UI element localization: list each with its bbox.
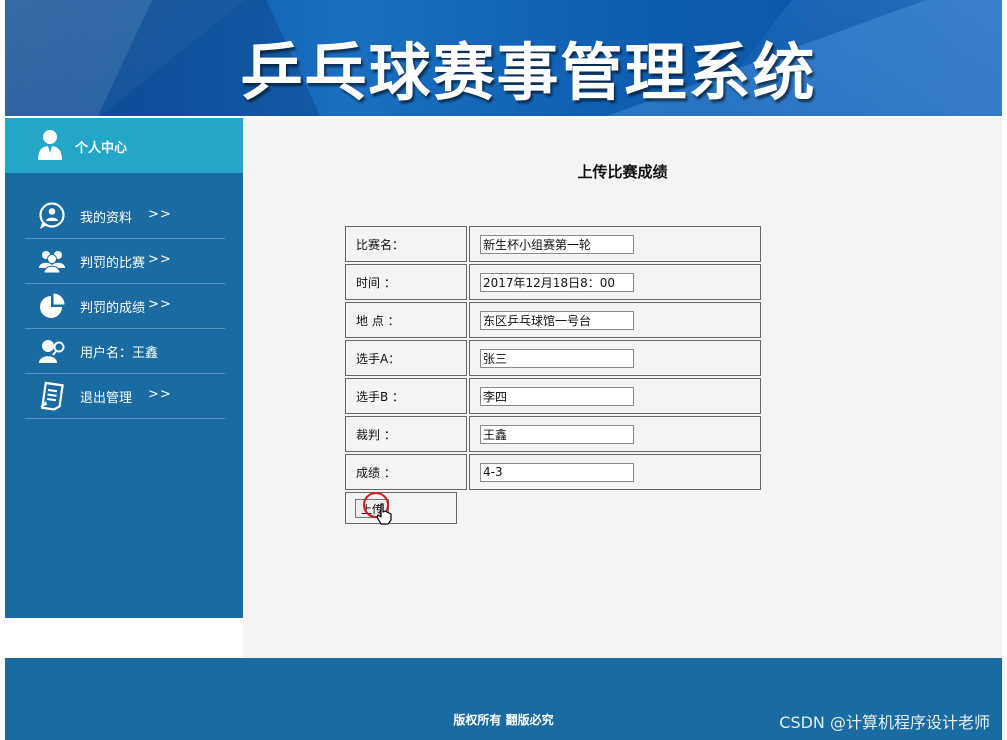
- sidebar-item-label: 退出管理: [80, 391, 133, 406]
- personal-center-header[interactable]: 个人中心: [5, 118, 243, 173]
- field-cell: [469, 264, 761, 300]
- field-label: 时间 ：: [345, 264, 467, 300]
- sidebar-item-username: 用户名：王鑫: [25, 329, 225, 374]
- time-input[interactable]: [480, 272, 634, 292]
- player-a-input[interactable]: [480, 348, 634, 368]
- form-row: 比赛名：: [345, 226, 761, 262]
- location-input[interactable]: [480, 310, 634, 330]
- document-icon: [40, 381, 64, 411]
- field-cell: [469, 378, 761, 414]
- sidebar-item-label: 判罚的成绩: [80, 301, 146, 316]
- form-row: 选手B ：: [345, 378, 761, 414]
- field-cell: [469, 340, 761, 376]
- sidebar-item-arrow: >>: [148, 207, 172, 222]
- main-content: 上传比赛成绩 比赛名： 时间 ： 地 点 ： 选手A：: [243, 118, 1002, 658]
- field-label: 裁判 ：: [345, 416, 467, 452]
- site-title: 乒乓球赛事管理系统: [240, 36, 817, 109]
- sidebar-item-label: 判罚的比赛: [80, 256, 146, 271]
- users-icon: [39, 251, 65, 274]
- sidebar-item-my-profile[interactable]: 我的资料 >>: [25, 194, 225, 239]
- sidebar-item-arrow: >>: [148, 297, 172, 312]
- form-row: 选手A：: [345, 340, 761, 376]
- pie-chart-icon: [40, 293, 65, 318]
- submit-cell: 上传: [345, 492, 457, 525]
- sidebar-item-arrow: >>: [148, 387, 172, 402]
- sidebar-item-judged-scores[interactable]: 判罚的成绩 >>: [25, 284, 225, 329]
- field-label: 选手B ：: [345, 378, 467, 414]
- chat-bubble-icon: [39, 202, 65, 229]
- footer: 版权所有 翻版必究 CSDN @计算机程序设计老师: [5, 658, 1002, 740]
- match-name-input[interactable]: [480, 234, 634, 254]
- watermark-text: CSDN @计算机程序设计老师: [779, 713, 990, 732]
- form-row: 时间 ：: [345, 264, 761, 300]
- sidebar-item-label: 我的资料: [80, 211, 133, 226]
- header-banner: 乒乓球赛事管理系统: [5, 0, 1002, 116]
- form-row: 地 点 ：: [345, 302, 761, 338]
- sidebar: 个人中心 我的资料 >> 判罚的比赛 >> 判罚的成绩 >> 用户名：王鑫 退出…: [5, 118, 243, 618]
- score-input[interactable]: [480, 462, 634, 482]
- sidebar-item-label: 用户名：王鑫: [80, 346, 159, 361]
- sidebar-item-arrow: >>: [148, 252, 172, 267]
- field-cell: [469, 302, 761, 338]
- field-cell: [469, 226, 761, 262]
- score-form: 比赛名： 时间 ： 地 点 ： 选手A： 选手B ：: [343, 224, 763, 492]
- field-cell: [469, 454, 761, 490]
- form-row: 成绩 ：: [345, 454, 761, 490]
- field-label: 成绩 ：: [345, 454, 467, 490]
- field-label: 地 点 ：: [345, 302, 467, 338]
- referee-input[interactable]: [480, 424, 634, 444]
- sidebar-item-judged-matches[interactable]: 判罚的比赛 >>: [25, 239, 225, 284]
- field-label: 比赛名：: [345, 226, 467, 262]
- page-title: 上传比赛成绩: [577, 163, 668, 181]
- field-cell: [469, 416, 761, 452]
- form-row: 裁判 ：: [345, 416, 761, 452]
- hand-cursor-icon: [376, 503, 392, 525]
- field-label: 选手A：: [345, 340, 467, 376]
- sidebar-menu: 我的资料 >> 判罚的比赛 >> 判罚的成绩 >> 用户名：王鑫 退出管理 >>: [25, 194, 225, 419]
- personal-center-label: 个人中心: [75, 141, 128, 156]
- user-icon: [38, 130, 62, 160]
- player-b-input[interactable]: [480, 386, 634, 406]
- sidebar-item-logout[interactable]: 退出管理 >>: [25, 374, 225, 419]
- user-key-icon: [39, 340, 65, 363]
